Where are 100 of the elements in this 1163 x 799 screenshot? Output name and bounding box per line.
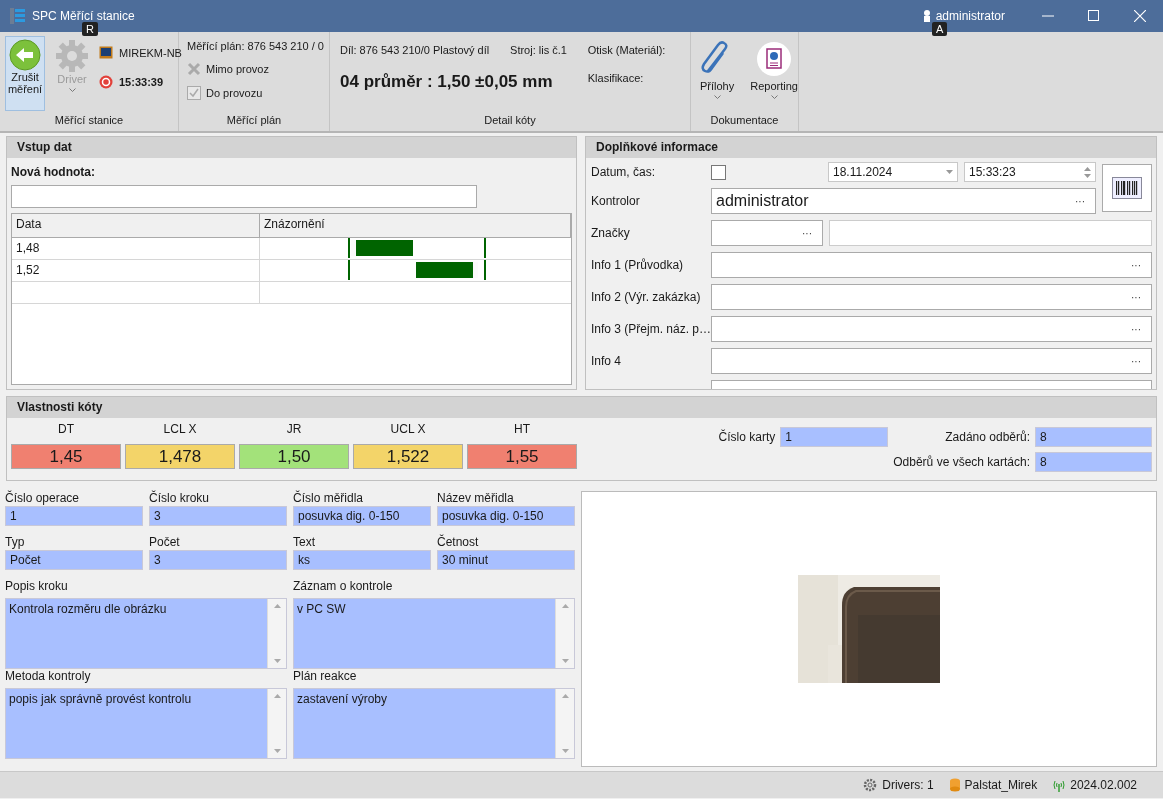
- panel-header: Vstup dat: [7, 137, 576, 158]
- field-label: Kontrolor: [591, 194, 641, 208]
- monitor-icon: [99, 46, 113, 59]
- field-label: Popis kroku: [5, 579, 69, 592]
- tags-text-field[interactable]: [829, 220, 1152, 246]
- step-field[interactable]: ks: [293, 550, 431, 570]
- limit-label: UCL X: [390, 422, 426, 436]
- field-label: Číslo měřidla: [293, 491, 365, 504]
- maximize-icon: [1088, 10, 1100, 22]
- app-icon: [10, 7, 26, 25]
- arrow-down-icon: [946, 170, 953, 174]
- chevron-down-icon: [713, 95, 721, 99]
- limit-value: 1,522: [353, 444, 463, 469]
- step-field[interactable]: 3: [149, 506, 287, 526]
- field-label: Plán reakce: [293, 669, 358, 682]
- table-cell: 1,48: [12, 238, 260, 259]
- field-label: Metoda kontroly: [5, 669, 92, 682]
- browse-button[interactable]: ···: [796, 227, 818, 239]
- mold-label: Otisk (Materiál):: [587, 44, 667, 56]
- field-label: Info 4: [591, 354, 623, 368]
- note-field[interactable]: Kontrola rozměru dle obrázku: [5, 598, 287, 669]
- reporting-button[interactable]: Reporting: [746, 38, 802, 111]
- arrow-up-icon: [273, 604, 281, 608]
- note-field[interactable]: v PC SW: [293, 598, 575, 669]
- field-label: Text: [293, 535, 316, 548]
- limit-label: JR: [286, 422, 302, 436]
- chevron-down-icon: [68, 88, 76, 92]
- limit-value: 1,45: [11, 444, 121, 469]
- report-icon: [756, 41, 793, 77]
- samples-field[interactable]: 8: [1035, 452, 1152, 472]
- browse-button[interactable]: ···: [1125, 291, 1147, 303]
- samples-field[interactable]: 8: [1035, 427, 1152, 447]
- group-label: Měřící plán: [225, 113, 283, 128]
- field-label: Zadáno odběrů:: [944, 430, 1030, 444]
- browse-button[interactable]: ···: [1069, 195, 1091, 207]
- field-label: Datum, čas:: [591, 165, 657, 179]
- arrow-up-icon: [1084, 166, 1091, 171]
- limit-value: 1,478: [125, 444, 235, 469]
- arrow-down-icon: [1084, 173, 1091, 178]
- field-label: Info 3 (Přejm. náz. p…: [591, 322, 711, 336]
- database-icon: [949, 778, 960, 792]
- limit-label: LCL X: [163, 422, 197, 436]
- user-icon: [922, 10, 931, 22]
- note-field[interactable]: zastavení výroby: [293, 688, 575, 759]
- limit-line: [348, 238, 350, 258]
- user-name: administrator: [935, 9, 1005, 23]
- info-field[interactable]: ···: [711, 252, 1152, 278]
- step-field[interactable]: posuvka dig. 0-150: [293, 506, 431, 526]
- gear-icon: [863, 778, 878, 792]
- note-field[interactable]: popis jak správně provést kontrolu: [5, 688, 287, 759]
- field-label: Info 1 (Průvodka): [591, 258, 685, 272]
- new-value-field[interactable]: [11, 185, 477, 208]
- arrow-up-icon: [273, 694, 281, 698]
- drivers-status: Drivers: 1: [882, 778, 934, 792]
- window-title: SPC Měřící stanice: [32, 9, 135, 23]
- info-field[interactable]: [711, 380, 1152, 389]
- cross-icon: [187, 62, 201, 76]
- limit-line: [348, 260, 350, 280]
- classification-label: Klasifikace:: [587, 72, 645, 86]
- info-field[interactable]: ···: [711, 348, 1152, 374]
- step-field[interactable]: 3: [149, 550, 287, 570]
- arrow-down-icon: [273, 659, 281, 663]
- field-label: Číslo karty: [718, 430, 776, 444]
- dimension-title: 04 průměr : 1,50 ±0,05 mm: [340, 72, 554, 92]
- barcode-icon: [1112, 177, 1142, 199]
- keytip-badge: R: [82, 22, 98, 36]
- info-field[interactable]: ···: [711, 284, 1152, 310]
- field-label: Info 2 (Výr. zakázka): [591, 290, 702, 304]
- date-picker[interactable]: 18.11.2024: [828, 162, 958, 182]
- field-label: Záznam o kontrole: [293, 579, 394, 592]
- machine-label: Stroj: lis č.1: [510, 44, 568, 56]
- browse-button[interactable]: ···: [1125, 355, 1147, 367]
- column-header: Znázornění: [260, 214, 571, 237]
- tags-field[interactable]: ···: [711, 220, 823, 246]
- browse-button[interactable]: ···: [1125, 259, 1147, 271]
- arrow-down-icon: [561, 749, 569, 753]
- clock-icon: [99, 75, 113, 89]
- checkbox[interactable]: [711, 164, 726, 180]
- station-name: MIREKM-NB: [119, 46, 182, 59]
- card-number-field[interactable]: 1: [780, 427, 889, 447]
- field-label: Značky: [591, 226, 631, 240]
- clock-time: 15:33:39: [119, 76, 164, 88]
- column-header: Data: [12, 214, 260, 237]
- attachments-button[interactable]: Přílohy: [696, 38, 739, 111]
- limit-line: [484, 238, 486, 258]
- browse-button[interactable]: ···: [1125, 323, 1147, 335]
- step-field[interactable]: 1: [5, 506, 143, 526]
- panel-header: Doplňkové informace: [586, 137, 1156, 158]
- step-field[interactable]: posuvka dig. 0-150: [437, 506, 575, 526]
- cancel-measurement-button[interactable]: Zrušit měření: [5, 36, 45, 111]
- arrow-down-icon: [273, 749, 281, 753]
- step-field[interactable]: 30 minut: [437, 550, 575, 570]
- barcode-button[interactable]: [1102, 164, 1152, 212]
- gear-icon: [55, 39, 89, 73]
- time-field[interactable]: 15:33:23: [964, 162, 1096, 182]
- group-label: Detail kóty: [483, 113, 537, 128]
- field-label: Číslo operace: [5, 491, 81, 504]
- inspector-field[interactable]: administrator ···: [711, 188, 1096, 214]
- step-field[interactable]: Počet: [5, 550, 143, 570]
- info-field[interactable]: ···: [711, 316, 1152, 342]
